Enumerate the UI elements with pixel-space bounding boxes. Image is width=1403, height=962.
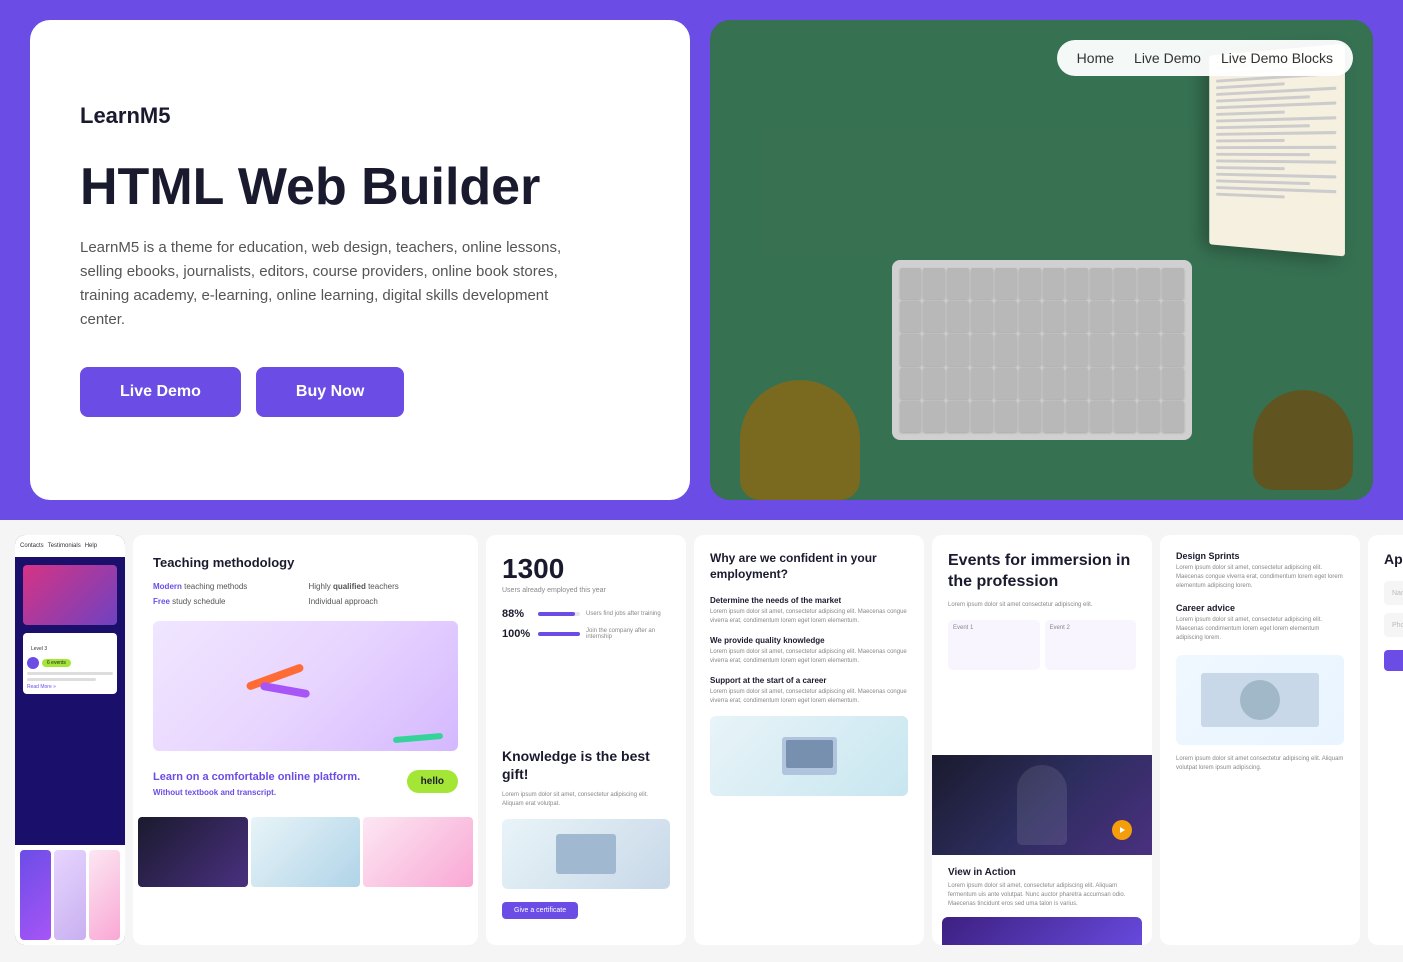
buy-now-button[interactable]: Buy Now [256, 367, 404, 417]
preview-strip: Contacts Testimonials Help Level 3 6 eve… [15, 535, 1388, 947]
design-title-2: Career advice [1176, 603, 1344, 613]
card-stats: 1300 Users already employed this year 88… [486, 535, 686, 945]
design-text-1: Lorem ipsum dolor sit amet, consectetur … [1176, 564, 1344, 591]
stats-bottom: Knowledge is the best gift! Lorem ipsum … [486, 735, 686, 931]
certificate-button[interactable]: Give a certificate [502, 902, 578, 919]
nav-live-demo-blocks[interactable]: Live Demo Blocks [1221, 50, 1333, 66]
hero-title: HTML Web Builder [80, 159, 640, 216]
hello-bubble: hello [407, 770, 458, 793]
stat-row-2: 100% Join the company after an internshi… [502, 628, 670, 640]
employ-section-text-1: Lorem ipsum dolor sit amet, consectetur … [710, 608, 908, 626]
stat-bar-fill-2 [538, 632, 580, 636]
logo: LearnM5 [80, 103, 640, 129]
employment-image [710, 716, 908, 796]
design-extra-text: Lorem ipsum dolor sit amet consectetur a… [1176, 755, 1344, 773]
platform-sub: Without textbook and transcript. [153, 788, 360, 797]
employ-section-3: Support at the start of a career Lorem i… [710, 676, 908, 706]
design-image [1176, 655, 1344, 745]
card-employment: Why are we confident in your employment?… [694, 535, 924, 945]
stat-percent-1: 88% [502, 608, 532, 620]
bottom-section: Contacts Testimonials Help Level 3 6 eve… [0, 520, 1403, 962]
hero-buttons: Live Demo Buy Now [80, 367, 640, 417]
stats-number: 1300 [502, 553, 670, 585]
pencil-purple [259, 682, 310, 699]
employ-section-title-2: We provide quality knowledge [710, 636, 908, 645]
stat-row-1: 88% Users find jobs after training [502, 608, 670, 620]
live-demo-button[interactable]: Live Demo [80, 367, 241, 417]
teaching-item-1: Modern teaching methods [153, 582, 303, 591]
teaching-grid: Modern teaching methods Highly qualified… [153, 582, 458, 606]
keyboard-area [892, 260, 1192, 440]
event-mini-card-2: Event 2 [1045, 620, 1137, 670]
nav-live-demo[interactable]: Live Demo [1134, 50, 1201, 66]
teaching-top: Teaching methodology Modern teaching met… [133, 535, 478, 755]
teaching-bottom: Learn on a comfortable online platform. … [133, 755, 478, 812]
apply-name-field[interactable]: Name [1384, 581, 1403, 605]
apply-title: Apply for study [1384, 551, 1403, 567]
card-sidebar-ui: Contacts Testimonials Help Level 3 6 eve… [15, 535, 125, 945]
hero-bg-scene [710, 20, 1373, 500]
card-apply-for-study: Apply for study Name Phone Send an appli… [1368, 535, 1403, 945]
card-events: Events for immersion in the profession L… [932, 535, 1152, 945]
teaching-item-4: Individual approach [309, 597, 459, 606]
stats-top: 1300 Users already employed this year 88… [486, 535, 686, 735]
employ-section-2: We provide quality knowledge Lorem ipsum… [710, 636, 908, 666]
stat-desc-2: Join the company after an internship [586, 628, 670, 640]
design-section-2: Career advice Lorem ipsum dolor sit amet… [1176, 603, 1344, 643]
hero-card: LearnM5 HTML Web Builder LearnM5 is a th… [30, 20, 690, 500]
teaching-title: Teaching methodology [153, 555, 458, 570]
hero-nav: Home Live Demo Live Demo Blocks [1057, 40, 1353, 76]
nav-home[interactable]: Home [1077, 50, 1114, 66]
view-action-section: View in Action Lorem ipsum dolor sit ame… [932, 855, 1152, 917]
top-section: LearnM5 HTML Web Builder LearnM5 is a th… [0, 0, 1403, 520]
card-design-sprints: Design Sprints Lorem ipsum dolor sit ame… [1160, 535, 1360, 945]
events-desc: Lorem ipsum dolor sit amet consectetur a… [948, 601, 1136, 610]
event-mini-cards: Event 1 Event 2 [948, 620, 1136, 670]
hand-right [1253, 390, 1353, 490]
teaching-item-2: Highly qualified teachers [309, 582, 459, 591]
sidebar-thumbnail [23, 565, 117, 625]
level-badge: Level 3 [27, 644, 51, 654]
employ-section-1: Determine the needs of the market Lorem … [710, 596, 908, 626]
stat-bar-fill-1 [538, 612, 575, 616]
events-title: Events for immersion in the profession [948, 551, 1136, 593]
events-top: Events for immersion in the profession L… [932, 535, 1152, 755]
stat-bar-1 [538, 612, 580, 616]
design-text-2: Lorem ipsum dolor sit amet, consectetur … [1176, 616, 1344, 643]
design-section-1: Design Sprints Lorem ipsum dolor sit ame… [1176, 551, 1344, 591]
platform-text: Learn on a comfortable online platform. [153, 770, 360, 784]
events-bottom-image [942, 917, 1142, 945]
employ-section-title-3: Support at the start of a career [710, 676, 908, 685]
sidebar-topbar: Contacts Testimonials Help [15, 535, 125, 557]
view-action-title: View in Action [948, 867, 1136, 878]
employment-title: Why are we confident in your employment? [710, 551, 908, 582]
stat-bar-2 [538, 632, 580, 636]
stats-sublabel: Users already employed this year [502, 587, 670, 594]
knowledge-desc: Lorem ipsum dolor sit amet, consectetur … [502, 791, 670, 809]
teaching-item-3: Free study schedule [153, 597, 303, 606]
play-button[interactable] [1112, 820, 1132, 840]
apply-submit-button[interactable]: Send an application [1384, 650, 1403, 671]
employ-section-title-1: Determine the needs of the market [710, 596, 908, 605]
view-action-desc: Lorem ipsum dolor sit amet, consectetur … [948, 882, 1136, 909]
stat-desc-1: Users find jobs after training [586, 611, 670, 617]
stat-percent-2: 100% [502, 628, 532, 640]
apply-phone-field[interactable]: Phone [1384, 613, 1403, 637]
sidebar-body: Level 3 6 events Read More » [15, 557, 125, 845]
employ-section-text-2: Lorem ipsum dolor sit amet, consectetur … [710, 648, 908, 666]
hero-description: LearnM5 is a theme for education, web de… [80, 236, 580, 332]
laptop-thumbnail [502, 819, 670, 889]
event-mini-card-1: Event 1 [948, 620, 1040, 670]
teaching-image [153, 621, 458, 751]
hand-left [740, 380, 860, 500]
hero-image-card: Home Live Demo Live Demo Blocks [710, 20, 1373, 500]
card-teaching-methodology: Teaching methodology Modern teaching met… [133, 535, 478, 945]
employ-section-text-3: Lorem ipsum dolor sit amet, consectetur … [710, 688, 908, 706]
events-image [932, 755, 1152, 855]
design-title-1: Design Sprints [1176, 551, 1344, 561]
knowledge-title: Knowledge is the best gift! [502, 747, 670, 783]
person-silhouette [1017, 765, 1067, 845]
